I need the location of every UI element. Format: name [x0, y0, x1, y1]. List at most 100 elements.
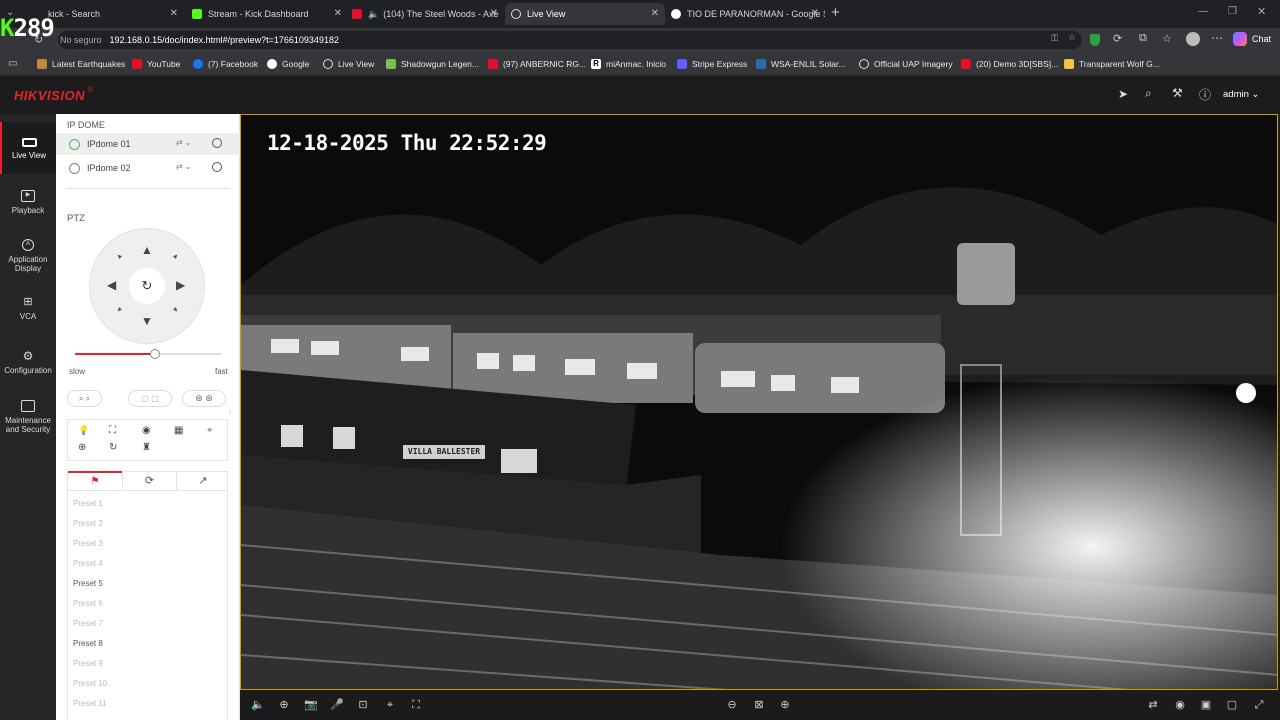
- info-icon[interactable]: ⓘ: [1199, 86, 1211, 103]
- close-tab-icon[interactable]: ✕: [811, 8, 819, 19]
- tab-patrol[interactable]: ⟳: [122, 472, 176, 491]
- camera-item-ipdome-01[interactable]: IPdome 01 ⇄ ⌄: [56, 133, 240, 155]
- new-tab-button[interactable]: +: [831, 4, 840, 21]
- preset-item[interactable]: Preset 9: [73, 659, 103, 668]
- chat-button[interactable]: Chat: [1252, 34, 1271, 44]
- region-exposure-icon[interactable]: ⛶: [409, 698, 423, 712]
- user-menu[interactable]: admin ⌄: [1223, 89, 1259, 100]
- bookmark-transparent-wolf[interactable]: Transparent Wolf G...: [1064, 57, 1160, 71]
- capture-icon[interactable]: 📷: [304, 698, 318, 712]
- bookmark-latest-earthquakes[interactable]: Latest Earthquakes: [37, 57, 125, 71]
- grid-icon[interactable]: ▦: [174, 425, 183, 436]
- ptz-up-left-button[interactable]: ▲: [115, 252, 125, 262]
- refresh-extension-icon[interactable]: ⟳: [1113, 32, 1122, 45]
- record-icon[interactable]: [212, 162, 222, 172]
- ptz-auto-scan-button[interactable]: ↻: [129, 268, 165, 304]
- extension-shield-icon[interactable]: [1090, 34, 1100, 46]
- preset-item[interactable]: Preset 7: [73, 619, 103, 628]
- stream-select-icon[interactable]: ⇄ ⌄: [176, 138, 192, 147]
- bookmark-stripe[interactable]: Stripe Express: [677, 57, 747, 71]
- bookmark-mianmac[interactable]: RmiAnmac. Inicio: [591, 57, 666, 71]
- send-icon[interactable]: ➤: [1118, 87, 1128, 101]
- url-field[interactable]: No seguro 192.168.0.15/doc/index.html#/p…: [58, 31, 1082, 49]
- bookmark-youtube[interactable]: YouTube: [132, 57, 180, 71]
- close-tab-icon[interactable]: ✕: [651, 8, 659, 19]
- record-all-icon[interactable]: ◉: [1173, 698, 1187, 712]
- tab-presets[interactable]: ⚑: [68, 471, 122, 491]
- speed-slider-handle[interactable]: [150, 349, 161, 359]
- ptz-left-button[interactable]: ◀: [107, 278, 116, 292]
- aspect-ratio-icon[interactable]: ▢: [1225, 698, 1239, 712]
- close-tab-icon[interactable]: ✕: [490, 8, 498, 19]
- close-tab-icon[interactable]: ✕: [170, 8, 178, 19]
- profile-avatar[interactable]: [1186, 32, 1200, 46]
- ptz-up-button[interactable]: ▲: [141, 243, 153, 257]
- bookmark-wsa-enlil[interactable]: WSA-ENLIL Solar...: [756, 57, 845, 71]
- preset-item[interactable]: Preset 6: [73, 599, 103, 608]
- tab-youtube-steel-woods[interactable]: 🔈 (104) The Steel Woods - Axe ✕: [346, 3, 504, 25]
- fullscreen-icon[interactable]: ⤢: [1252, 698, 1266, 712]
- tab-live-view[interactable]: Live View ✕: [505, 3, 665, 25]
- sidebar-toggle-icon[interactable]: ▭: [8, 58, 17, 69]
- bookmark-google[interactable]: Google: [267, 57, 309, 71]
- region-focus-icon[interactable]: ⌖: [383, 698, 397, 712]
- light-icon[interactable]: 💡: [78, 425, 89, 436]
- focus-buttons[interactable]: ▢ ▢: [128, 390, 172, 407]
- bookmark-live-view[interactable]: Live View: [323, 57, 374, 71]
- star-icon[interactable]: ☆: [1068, 32, 1076, 43]
- bookmark-shadowgun[interactable]: Shadowgun Legen...: [386, 57, 479, 71]
- nav-application-display[interactable]: A Application Display: [0, 230, 56, 282]
- tracking-icon[interactable]: ⌖: [207, 425, 213, 436]
- nav-playback[interactable]: ▶ Playback: [0, 176, 56, 228]
- copilot-icon[interactable]: [1233, 32, 1247, 46]
- ptz-down-button[interactable]: ▼: [141, 314, 153, 328]
- next-page-icon[interactable]: ⊕: [778, 698, 792, 712]
- iris-buttons[interactable]: ⊛ ⊛: [182, 390, 226, 407]
- favorites-icon[interactable]: ☆: [1162, 32, 1172, 45]
- minimize-icon[interactable]: —: [1198, 6, 1208, 17]
- manual-tracking-icon[interactable]: ♜: [142, 442, 151, 453]
- tab-pattern[interactable]: ↗: [176, 472, 229, 491]
- tab-kick-dashboard[interactable]: Stream - Kick Dashboard ✕: [186, 3, 348, 25]
- collapse-panel-icon[interactable]: ‹: [229, 407, 232, 416]
- more-menu-icon[interactable]: ⋯: [1211, 31, 1223, 45]
- nav-configuration[interactable]: ⚙ Configuration: [0, 340, 56, 392]
- bookmark-anbernic[interactable]: (97) ANBERNIC RG...: [488, 57, 586, 71]
- close-window-icon[interactable]: ✕: [1257, 5, 1266, 18]
- preset-item[interactable]: Preset 1: [73, 499, 103, 508]
- search-icon[interactable]: ⌕: [1145, 86, 1152, 101]
- window-division-icon[interactable]: ▣: [1199, 698, 1213, 712]
- key-icon[interactable]: ⚿: [1051, 33, 1058, 44]
- stream-select-icon[interactable]: ⇄ ⌄: [176, 162, 192, 171]
- menu-call-icon[interactable]: ↻: [109, 442, 117, 453]
- speed-slider[interactable]: [75, 349, 221, 359]
- bookmark-facebook[interactable]: (7) Facebook: [193, 57, 258, 71]
- bookmark-demo-3d[interactable]: (20) Demo 3D[SBS]...: [961, 57, 1058, 71]
- stream-type-icon[interactable]: ⇄: [1146, 698, 1160, 712]
- extensions-icon[interactable]: ⧉: [1139, 32, 1147, 45]
- live-video-feed[interactable]: 12-18-2025 Thu 22:52:29 VILLA BALLESTER: [240, 114, 1278, 690]
- nav-vca[interactable]: ⊞ VCA: [0, 286, 56, 338]
- ptz-down-right-button[interactable]: ▲: [171, 305, 181, 315]
- camera-item-ipdome-02[interactable]: IPdome 02 ⇄ ⌄: [56, 157, 240, 179]
- digital-zoom-icon[interactable]: ⊕: [277, 698, 291, 712]
- preset-item[interactable]: Preset 8: [73, 639, 103, 648]
- tools-icon[interactable]: ⚒: [1172, 86, 1183, 100]
- preset-item[interactable]: Preset 2: [73, 519, 103, 528]
- stop-all-icon[interactable]: ⊠: [752, 698, 766, 712]
- bookmark-uap-imagery[interactable]: Official UAP Imagery: [859, 57, 953, 71]
- zoom-3d-icon[interactable]: ⊕: [78, 442, 86, 453]
- security-label[interactable]: No seguro: [60, 35, 102, 45]
- close-tab-icon[interactable]: ✕: [334, 8, 342, 19]
- microphone-icon[interactable]: 🎤: [330, 698, 344, 712]
- preset-item[interactable]: Preset 10: [73, 679, 107, 688]
- restore-icon[interactable]: ❐: [1228, 6, 1237, 17]
- ptz-right-button[interactable]: ▶: [176, 278, 185, 292]
- nav-maintenance-security[interactable]: Maintenance and Security: [0, 392, 56, 444]
- preset-item[interactable]: Preset 5: [73, 579, 103, 588]
- tab-google-search[interactable]: TIO DE PARANORMAN - Google S ✕: [665, 3, 825, 25]
- record-icon[interactable]: [212, 138, 222, 148]
- ptz-down-left-button[interactable]: ▲: [115, 305, 125, 315]
- nav-live-view[interactable]: Live View: [0, 122, 56, 174]
- wiper-icon[interactable]: ◉: [142, 425, 151, 436]
